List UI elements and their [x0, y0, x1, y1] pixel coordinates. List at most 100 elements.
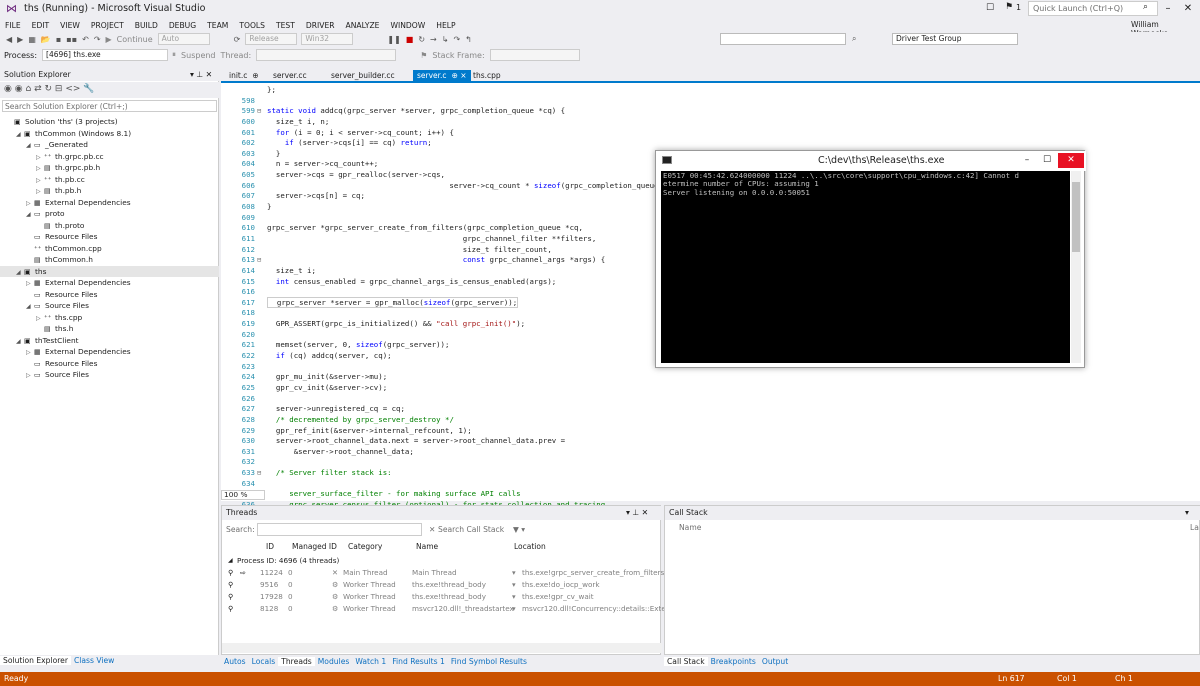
- tree-item[interactable]: ▷ ▦ External Dependencies: [0, 277, 219, 289]
- editor-tab-init-c[interactable]: init.c ⊕: [225, 70, 263, 83]
- code-line[interactable]: 634: [221, 479, 1200, 490]
- tree-item[interactable]: ▷ ▤ th.grpc.pb.h: [0, 162, 219, 174]
- column-header-category[interactable]: Category: [348, 542, 382, 551]
- search-call-stack-toggle[interactable]: Search Call Stack: [438, 525, 504, 534]
- tree-item[interactable]: ▣ Solution 'ths' (3 projects): [0, 116, 219, 128]
- tab-pin-close-icon[interactable]: ⊕: [252, 71, 258, 80]
- bottom-tab-solution-explorer[interactable]: Solution Explorer: [0, 656, 71, 665]
- code-view-icon[interactable]: <>: [65, 84, 80, 94]
- tree-item[interactable]: ◢ ▭ proto: [0, 208, 219, 220]
- filter-icon[interactable]: ▼ ▾: [513, 525, 525, 534]
- tree-item[interactable]: ▤ th.proto: [0, 220, 219, 232]
- tree-item[interactable]: ▷ ⁺⁺ th.grpc.pb.cc: [0, 151, 219, 163]
- attach-icon[interactable]: ⟳: [234, 35, 241, 44]
- flag-icon[interactable]: ⚑: [420, 51, 427, 60]
- tree-item[interactable]: ◢ ▣ thCommon (Windows 8.1): [0, 128, 219, 140]
- redo-icon[interactable]: ↷: [94, 35, 101, 44]
- code-line[interactable]: 599 ⊟ static void addcq(grpc_server *serve…: [221, 106, 1200, 117]
- threads-hscrollbar[interactable]: [222, 643, 662, 653]
- tree-item[interactable]: ▷ ▦ External Dependencies: [0, 197, 219, 209]
- back-icon[interactable]: ◀: [6, 35, 12, 44]
- expand-location-icon[interactable]: ▾: [512, 591, 516, 602]
- menu-item-edit[interactable]: EDIT: [32, 21, 50, 30]
- bottom-tab-find-symbol-results[interactable]: Find Symbol Results: [448, 657, 530, 666]
- forward-icon[interactable]: ◉: [15, 84, 23, 94]
- editor-tab-server-cc[interactable]: server.cc: [269, 70, 316, 83]
- call-stack-language-column[interactable]: La: [1190, 523, 1199, 532]
- platform-combo[interactable]: Win32: [301, 33, 354, 45]
- tree-item[interactable]: ◢ ▭ _Generated: [0, 139, 219, 151]
- tree-item[interactable]: ▷ ⁺⁺ ths.cpp: [0, 312, 219, 324]
- menu-item-team[interactable]: TEAM: [207, 21, 228, 30]
- code-line[interactable]: 627 server->unregistered_cq = cq;: [221, 404, 1200, 415]
- stack-frame-combo[interactable]: [489, 49, 580, 61]
- clear-search-icon[interactable]: ✕: [429, 525, 435, 534]
- undo-icon[interactable]: ↶: [82, 35, 89, 44]
- forward-icon[interactable]: ▶: [17, 35, 23, 44]
- fold-icon[interactable]: ⊟: [257, 468, 267, 479]
- bottom-tab-locals[interactable]: Locals: [249, 657, 279, 666]
- expand-location-icon[interactable]: ▾: [512, 579, 516, 590]
- bottom-tab-breakpoints[interactable]: Breakpoints: [708, 657, 759, 666]
- column-header-managed-id[interactable]: Managed ID: [292, 542, 337, 551]
- collapse-icon[interactable]: ◢: [228, 555, 233, 566]
- menu-item-build[interactable]: BUILD: [135, 21, 158, 30]
- process-combo[interactable]: [4696] ths.exe: [42, 49, 169, 61]
- menu-item-driver[interactable]: DRIVER: [306, 21, 335, 30]
- fold-icon[interactable]: ⊟: [257, 106, 267, 117]
- code-line[interactable]: 626: [221, 394, 1200, 405]
- step-into-icon[interactable]: ↳: [442, 35, 449, 44]
- tree-item[interactable]: ◢ ▣ ths: [0, 265, 219, 277]
- menu-item-analyze[interactable]: ANALYZE: [346, 21, 380, 30]
- bottom-tab-call-stack[interactable]: Call Stack: [664, 657, 708, 666]
- save-all-icon[interactable]: ▪▪: [66, 35, 77, 44]
- restart-icon[interactable]: ↻: [418, 35, 425, 44]
- code-line[interactable]: 598: [221, 96, 1200, 107]
- tree-item[interactable]: ▷ ⁺⁺ th.pb.cc: [0, 174, 219, 186]
- menu-item-view[interactable]: VIEW: [60, 21, 80, 30]
- tree-item[interactable]: ◢ ▭ Source Files: [0, 300, 219, 312]
- thread-row[interactable]: ⚲ ⇨ 11224 0 ✕ Main Thread Main Thread ▾ ths.exe!…: [222, 567, 664, 578]
- refresh-icon[interactable]: ↻: [44, 84, 52, 94]
- menu-item-tools[interactable]: TOOLS: [239, 21, 265, 30]
- quick-launch-input[interactable]: Quick Launch (Ctrl+Q): [1028, 1, 1158, 16]
- code-line[interactable]: 633 ⊟ /* Server filter stack is:: [221, 468, 1200, 479]
- suspend-icon[interactable]: ⏸: [172, 50, 176, 60]
- column-header-id[interactable]: ID: [266, 542, 274, 551]
- threads-search-input[interactable]: [257, 523, 422, 536]
- step-out-icon[interactable]: ↰: [465, 35, 472, 44]
- code-line[interactable]: 631 &server->root_channel_data;: [221, 447, 1200, 458]
- continue-button[interactable]: Continue: [117, 35, 153, 44]
- menu-item-debug[interactable]: DEBUG: [169, 21, 196, 30]
- tree-item[interactable]: ▤ thCommon.h: [0, 254, 219, 266]
- pin-icon[interactable]: ▾ ⊥ ✕: [190, 70, 212, 79]
- console-scrollbar[interactable]: [1071, 171, 1081, 363]
- zoom-level[interactable]: 100 %: [221, 490, 265, 500]
- bottom-tab-class-view[interactable]: Class View: [71, 656, 117, 665]
- menu-item-test[interactable]: TEST: [276, 21, 295, 30]
- bottom-tab-output[interactable]: Output: [759, 657, 791, 666]
- call-stack-name-column[interactable]: Name: [679, 523, 701, 532]
- home-icon[interactable]: ⌂: [25, 84, 31, 94]
- thread-flag-icon[interactable]: ⚲: [228, 603, 233, 614]
- suspend-label[interactable]: Suspend: [181, 51, 215, 60]
- feedback-icon[interactable]: ☐: [986, 3, 994, 13]
- step-over-icon[interactable]: ↷: [453, 35, 460, 44]
- console-window[interactable]: C:\dev\ths\Release\ths.exe – ☐ ✕ E0517 0…: [655, 150, 1086, 368]
- editor-tab-server-c[interactable]: server.c ⊕ ×: [413, 70, 471, 83]
- stop-debugging-icon[interactable]: ■: [406, 35, 414, 44]
- open-icon[interactable]: 📂: [41, 35, 51, 44]
- menu-item-window[interactable]: WINDOW: [390, 21, 425, 30]
- tree-item[interactable]: ▭ Resource Files: [0, 358, 219, 370]
- code-line[interactable]: 629 gpr_ref_init(&server->internal_refco…: [221, 426, 1200, 437]
- console-minimize-button[interactable]: –: [1016, 153, 1038, 168]
- code-line[interactable]: };: [221, 85, 1200, 96]
- tree-item[interactable]: ⁺⁺ thCommon.cpp: [0, 243, 219, 255]
- tree-item[interactable]: ▷ ▭ Source Files: [0, 369, 219, 381]
- code-line[interactable]: 632: [221, 457, 1200, 468]
- save-icon[interactable]: ▪: [56, 35, 61, 44]
- code-line[interactable]: 600 size_t i, n;: [221, 117, 1200, 128]
- thread-row[interactable]: ⚲ 17928 0 ⚙ Worker Thread ths.exe!thread_body…: [222, 591, 662, 602]
- process-group-row[interactable]: ◢ Process ID: 4696 (4 threads): [222, 555, 662, 566]
- bottom-tab-modules[interactable]: Modules: [315, 657, 353, 666]
